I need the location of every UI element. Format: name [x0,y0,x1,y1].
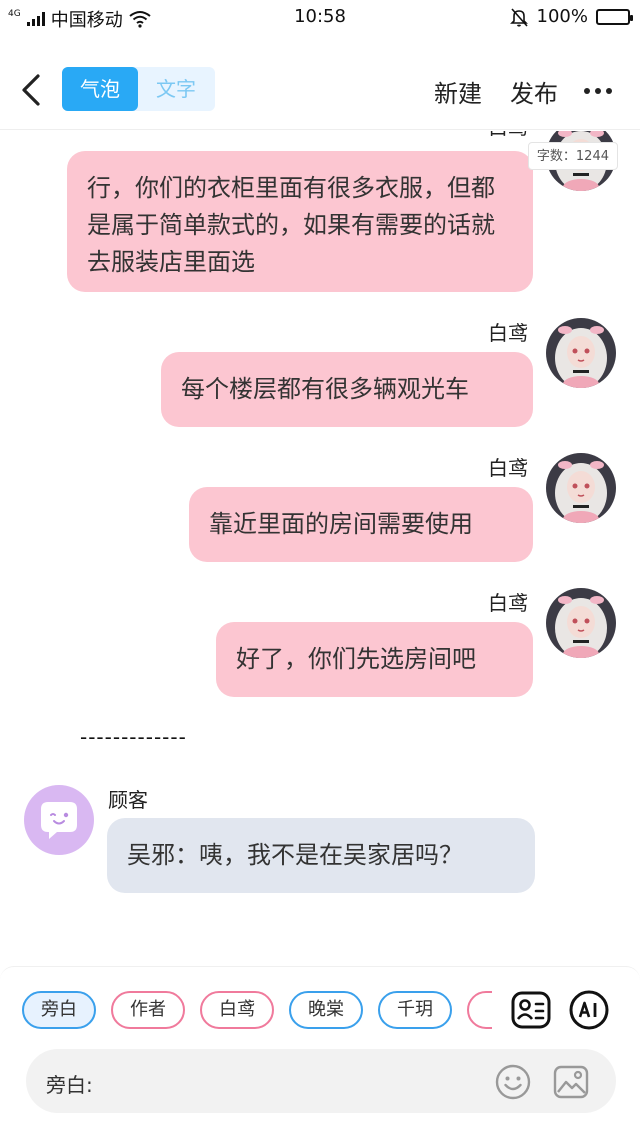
chat-bubble-face-icon [41,802,77,839]
avatar-girl-image [546,453,616,523]
message-input-bar: 旁白: [26,1049,616,1113]
avatar[interactable] [24,785,94,855]
sender-name: 顾客 [108,788,148,812]
role-chip[interactable]: 白鸢 [200,991,274,1029]
sender-name: 白鸢 [488,131,528,140]
message-input[interactable] [112,1061,492,1101]
battery-icon [596,8,633,25]
message-bubble[interactable]: 好了，你们先选房间吧 [216,622,533,697]
role-chip[interactable]: 千玥 [378,991,452,1029]
publish-button[interactable]: 发布 [510,74,558,109]
status-right: 100% [509,6,633,27]
divider-text: ------------- [80,725,187,749]
role-chip[interactable]: 旁白 [22,991,96,1029]
avatar[interactable] [546,318,616,388]
back-icon[interactable] [18,70,48,110]
input-role-label: 旁白: [46,1073,93,1097]
avatar-girl-image [546,318,616,388]
tab-bubble[interactable]: 气泡 [62,67,138,111]
role-chip[interactable]: 晚棠 [289,991,363,1029]
emoji-icon[interactable] [494,1063,532,1101]
sender-name: 白鸢 [488,321,528,345]
role-chip[interactable] [467,991,492,1029]
bell-muted-icon [509,7,528,27]
ai-icon[interactable] [568,989,610,1031]
avatar[interactable] [546,453,616,523]
composer-panel: 旁白 作者 白鸢 晚棠 千玥 旁白: [0,966,640,1138]
mode-toggle: 气泡 文字 [62,67,215,111]
tab-text[interactable]: 文字 [138,67,214,111]
message-bubble[interactable]: 每个楼层都有很多辆观光车 [161,352,533,427]
role-selector: 旁白 作者 白鸢 晚棠 千玥 [22,991,492,1031]
battery-percent: 100% [536,6,588,27]
image-icon[interactable] [552,1063,590,1101]
role-card-icon[interactable] [510,989,552,1031]
sender-name: 白鸢 [488,591,528,615]
message-bubble[interactable]: 吴邪：咦，我不是在吴家居吗？ [107,818,535,893]
more-icon[interactable] [584,88,612,94]
app-header: 气泡 文字 新建 发布 [0,50,640,130]
message-bubble[interactable]: 靠近里面的房间需要使用 [189,487,533,562]
chat-area[interactable]: 白鸢 行，你们的衣柜里面有很多衣服，但都是属于简单款式的，如果有需要的话就去服装… [0,131,640,966]
status-bar: 4G 中国移动 10:58 100% [0,0,640,34]
new-button[interactable]: 新建 [434,74,482,109]
avatar[interactable] [546,588,616,658]
sender-name: 白鸢 [488,456,528,480]
role-chip[interactable]: 作者 [111,991,185,1029]
word-count-badge: 字数：1244 [527,142,618,170]
message-bubble[interactable]: 行，你们的衣柜里面有很多衣服，但都是属于简单款式的，如果有需要的话就去服装店里面… [67,151,533,292]
avatar-girl-image [546,588,616,658]
